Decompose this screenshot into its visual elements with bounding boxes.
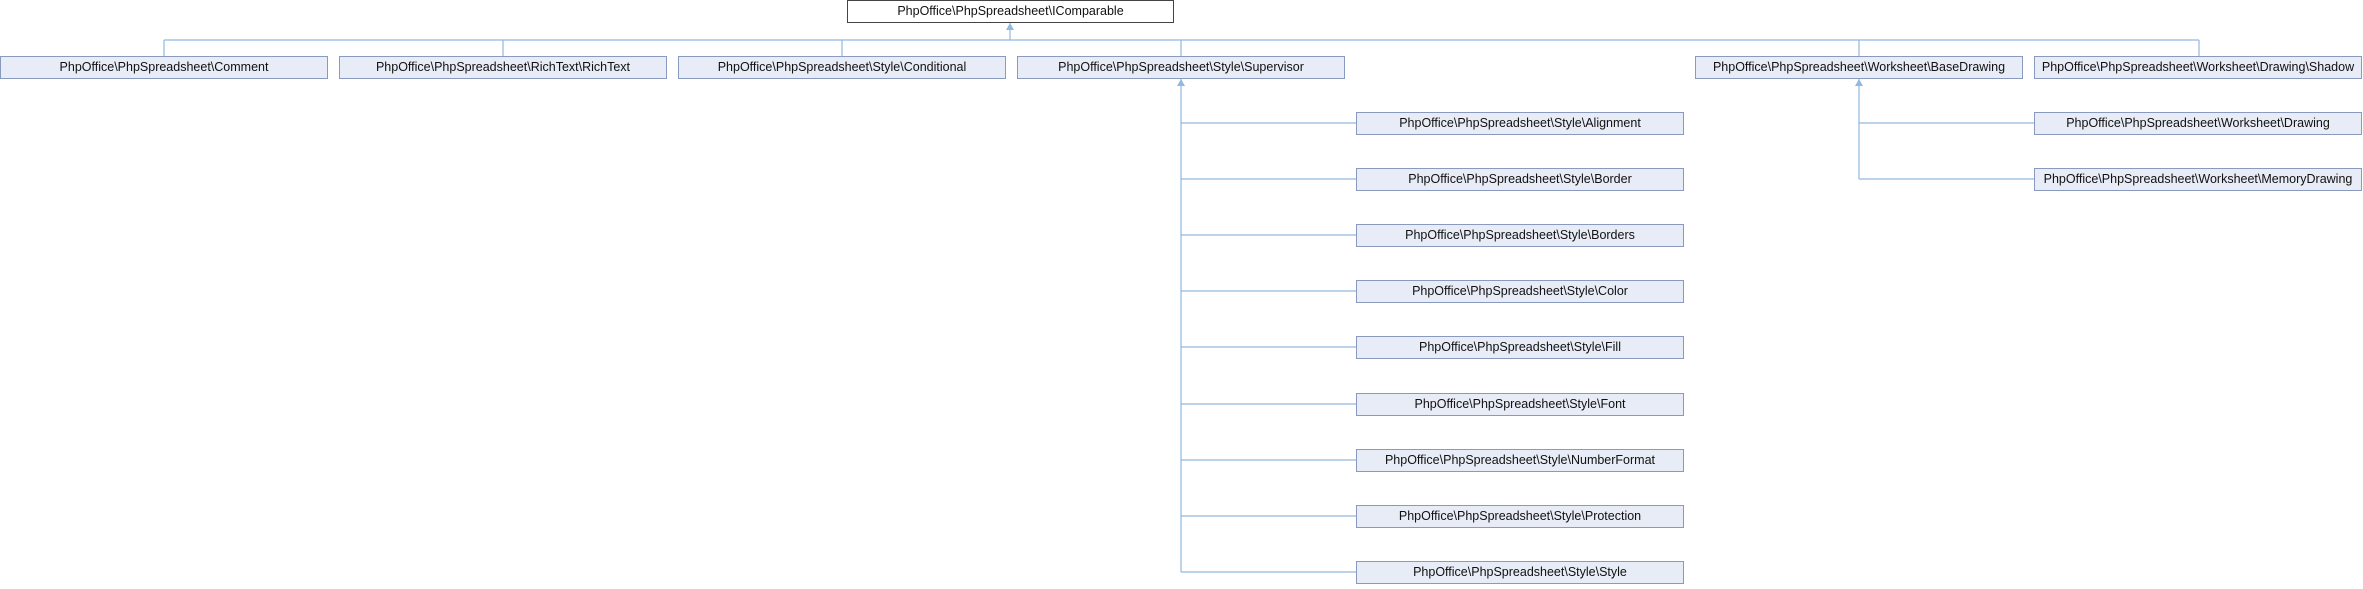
node-style-font[interactable]: PhpOffice\PhpSpreadsheet\Style\Font (1356, 393, 1684, 416)
node-conditional[interactable]: PhpOffice\PhpSpreadsheet\Style\Condition… (678, 56, 1006, 79)
node-richtext[interactable]: PhpOffice\PhpSpreadsheet\RichText\RichTe… (339, 56, 667, 79)
node-drawing-shadow[interactable]: PhpOffice\PhpSpreadsheet\Worksheet\Drawi… (2034, 56, 2362, 79)
node-worksheet-drawing[interactable]: PhpOffice\PhpSpreadsheet\Worksheet\Drawi… (2034, 112, 2362, 135)
node-style-fill[interactable]: PhpOffice\PhpSpreadsheet\Style\Fill (1356, 336, 1684, 359)
node-style-alignment[interactable]: PhpOffice\PhpSpreadsheet\Style\Alignment (1356, 112, 1684, 135)
arrow-to-root (1006, 23, 1014, 30)
node-icomparable[interactable]: PhpOffice\PhpSpreadsheet\IComparable (847, 0, 1174, 23)
node-style-borders[interactable]: PhpOffice\PhpSpreadsheet\Style\Borders (1356, 224, 1684, 247)
node-style-protection[interactable]: PhpOffice\PhpSpreadsheet\Style\Protectio… (1356, 505, 1684, 528)
node-style-numberformat[interactable]: PhpOffice\PhpSpreadsheet\Style\NumberFor… (1356, 449, 1684, 472)
class-hierarchy-diagram: PhpOffice\PhpSpreadsheet\IComparable Php… (0, 0, 2363, 584)
node-basedrawing[interactable]: PhpOffice\PhpSpreadsheet\Worksheet\BaseD… (1695, 56, 2023, 79)
node-comment[interactable]: PhpOffice\PhpSpreadsheet\Comment (0, 56, 328, 79)
node-style-color[interactable]: PhpOffice\PhpSpreadsheet\Style\Color (1356, 280, 1684, 303)
inheritance-edges (163, 23, 2200, 573)
node-style-border[interactable]: PhpOffice\PhpSpreadsheet\Style\Border (1356, 168, 1684, 191)
node-worksheet-memorydrawing[interactable]: PhpOffice\PhpSpreadsheet\Worksheet\Memor… (2034, 168, 2362, 191)
node-supervisor[interactable]: PhpOffice\PhpSpreadsheet\Style\Superviso… (1017, 56, 1345, 79)
node-style-style[interactable]: PhpOffice\PhpSpreadsheet\Style\Style (1356, 561, 1684, 584)
